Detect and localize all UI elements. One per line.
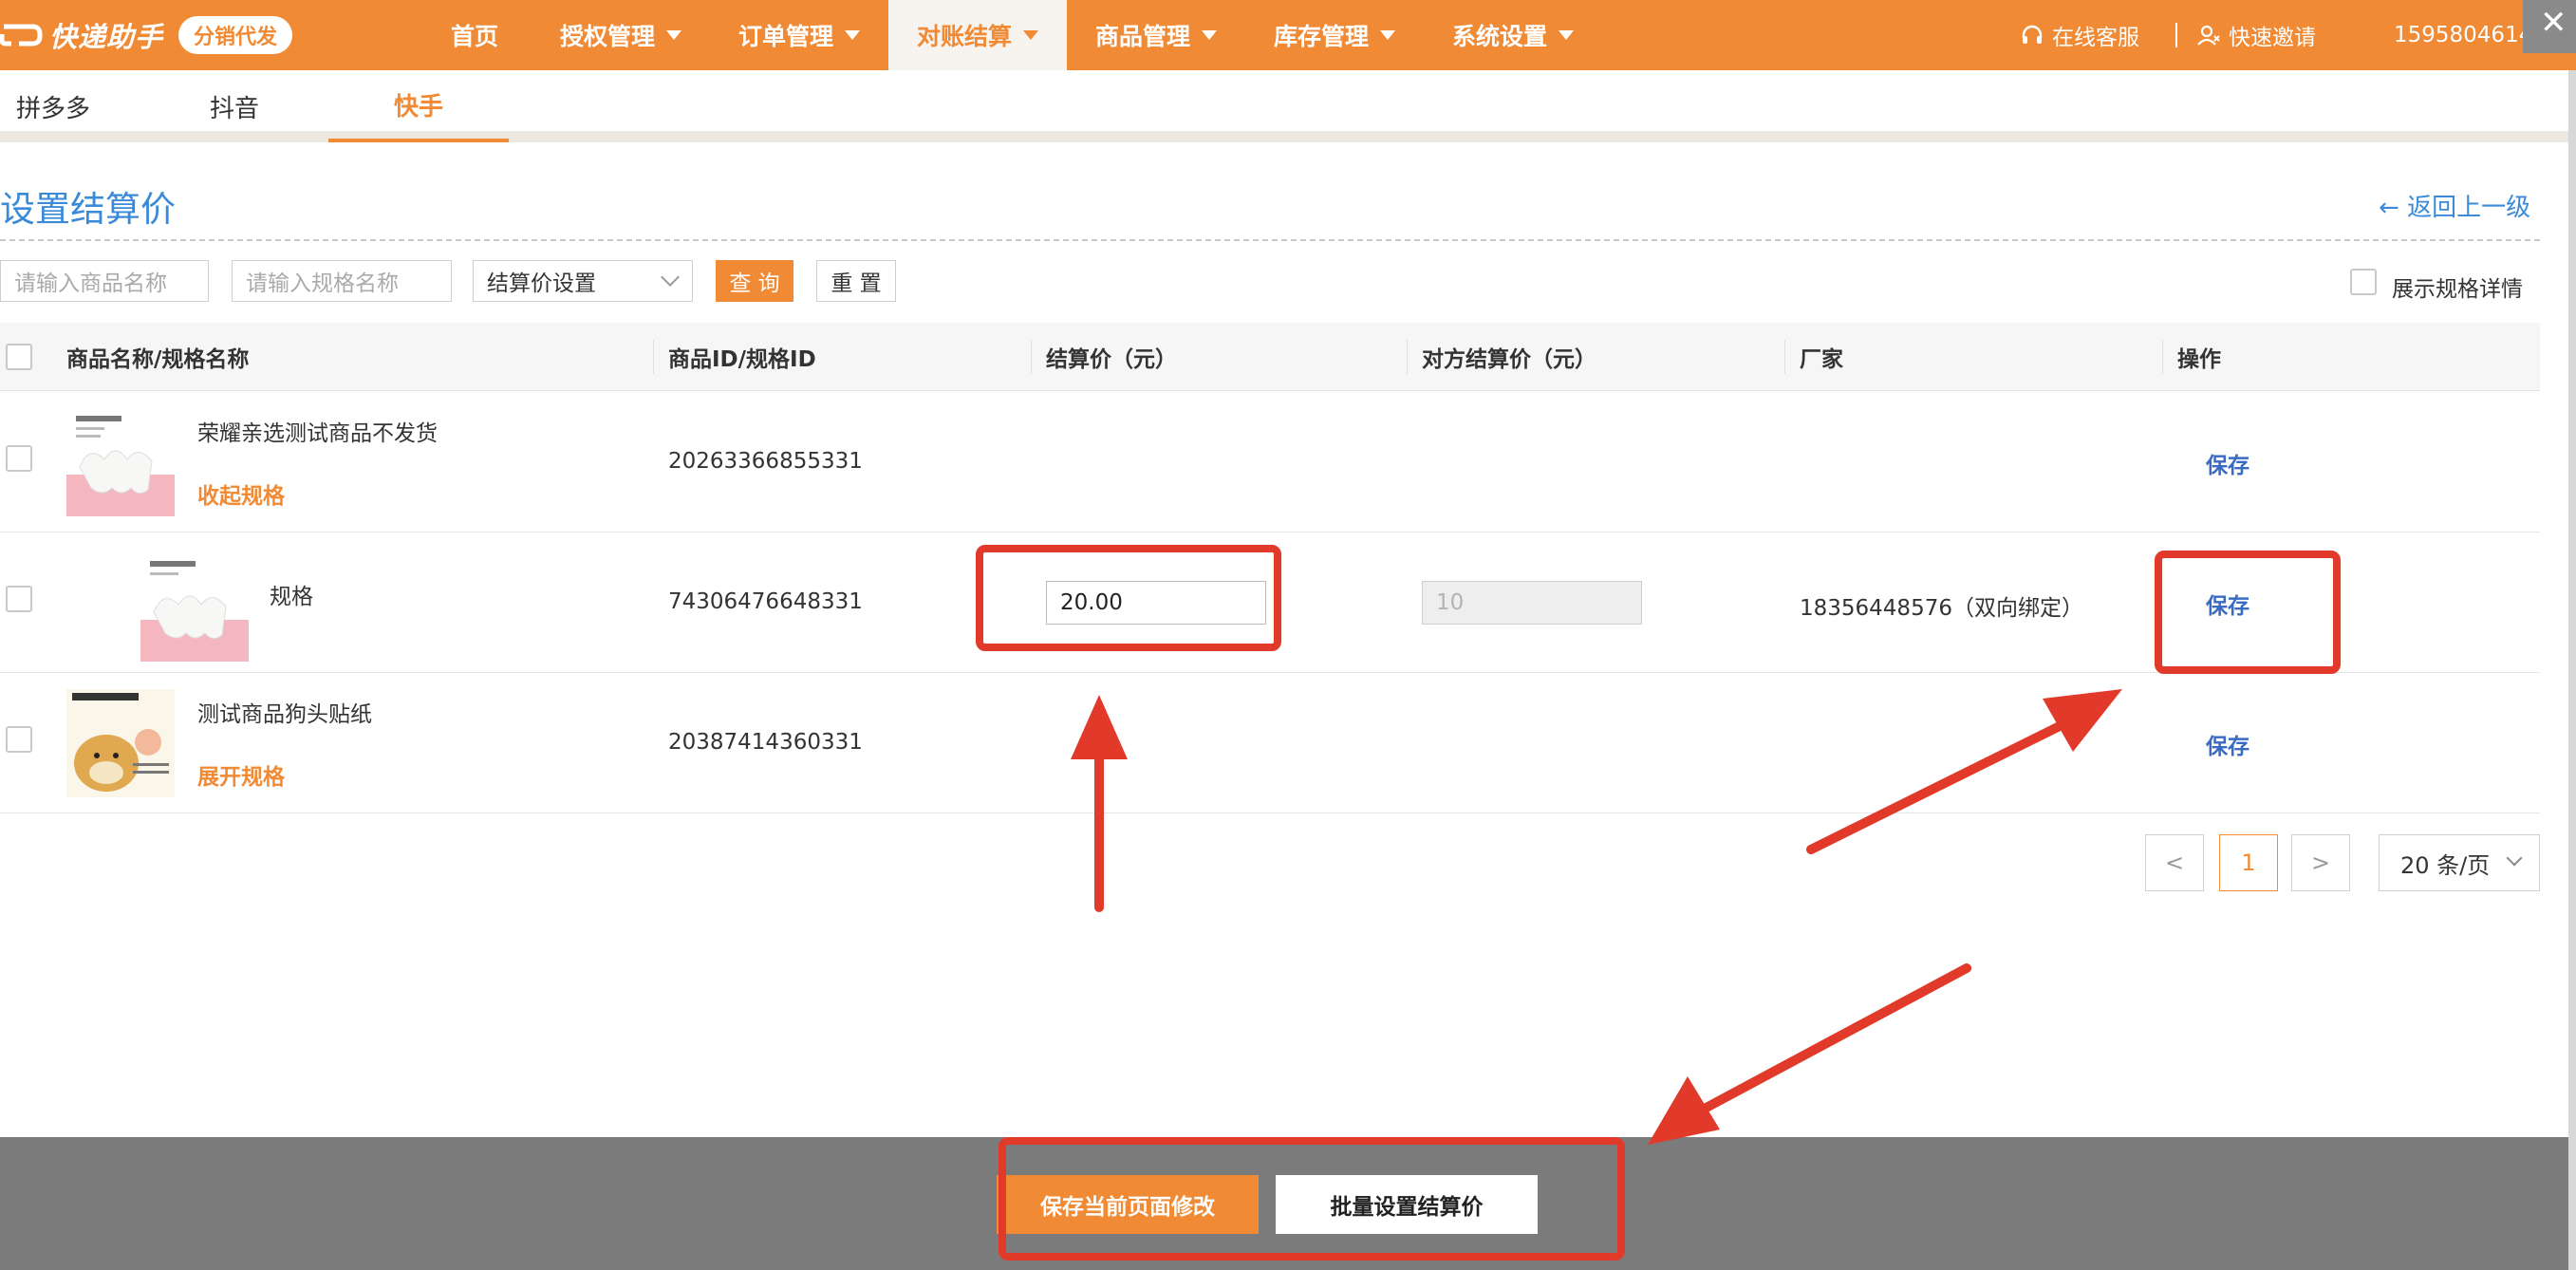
show-spec-detail-checkbox[interactable] — [2350, 269, 2377, 295]
column-header: 商品ID/规格ID — [668, 347, 816, 372]
select-all-checkbox[interactable] — [6, 344, 32, 370]
chevron-down-icon — [845, 30, 860, 40]
back-link[interactable]: ← 返回上一级 — [2379, 188, 2530, 223]
divider — [653, 340, 654, 374]
tab-pinduoduo[interactable]: 拼多多 — [0, 70, 106, 142]
nav-authorization[interactable]: 授权管理 — [532, 0, 710, 70]
divider — [1784, 340, 1785, 374]
chevron-down-icon — [2506, 850, 2523, 867]
arrow-left-icon: ← — [2379, 194, 2399, 222]
settlement-price-input[interactable]: 20.00 — [1046, 581, 1266, 625]
logo[interactable]: 快递助手 分销代发 — [0, 13, 293, 57]
divider — [0, 239, 2540, 241]
divider — [2175, 23, 2177, 47]
top-bar: 快递助手 分销代发 首页 授权管理 订单管理 对账结算 商品管理 库存管理 系统… — [0, 0, 2576, 70]
main-nav: 首页 授权管理 订单管理 对账结算 商品管理 库存管理 系统设置 — [418, 0, 1602, 70]
tab-douyin[interactable]: 抖音 — [173, 70, 296, 142]
collapse-spec-link[interactable]: 收起规格 — [197, 477, 285, 510]
price-setting-select[interactable]: 结算价设置 — [473, 260, 693, 302]
platform-tabs: 拼多多 抖音 快手 — [0, 70, 2576, 142]
divider — [1031, 340, 1032, 374]
query-button[interactable]: 查 询 — [716, 260, 793, 302]
nav-inventory[interactable]: 库存管理 — [1245, 0, 1424, 70]
distribution-badge: 分销代发 — [178, 16, 293, 54]
product-name: 测试商品狗头贴纸 — [197, 702, 372, 727]
product-thumbnail[interactable] — [66, 689, 175, 797]
column-header: 操作 — [2177, 347, 2221, 372]
page-size-select[interactable]: 20 条/页 — [2379, 834, 2540, 891]
column-header: 对方结算价（元） — [1422, 347, 1596, 372]
arrow-down-left-icon — [1648, 963, 1971, 1145]
close-button[interactable]: ✕ — [2523, 0, 2576, 53]
scrollbar[interactable] — [2568, 70, 2576, 1270]
product-thumbnail[interactable] — [66, 408, 175, 516]
show-spec-detail-label: 展示规格详情 — [2392, 277, 2523, 302]
logo-text: 快递助手 — [49, 21, 164, 53]
close-icon: ✕ — [2540, 4, 2567, 42]
tab-kuaishou[interactable]: 快手 — [328, 70, 509, 142]
column-header: 厂家 — [1800, 347, 1843, 372]
chevron-down-icon — [1380, 30, 1395, 40]
product-name: 荣耀亲选测试商品不发货 — [197, 421, 438, 446]
vendor-name: 18356448576（双向绑定） — [1800, 596, 2083, 621]
product-name-input[interactable]: 请输入商品名称 — [0, 260, 209, 302]
prev-page-button[interactable]: < — [2145, 834, 2204, 891]
row-checkbox[interactable] — [6, 726, 32, 753]
row-checkbox[interactable] — [6, 445, 32, 472]
chevron-down-icon — [1202, 30, 1217, 40]
save-link[interactable]: 保存 — [2206, 728, 2249, 760]
user-add-icon — [2197, 25, 2220, 46]
chevron-down-icon — [666, 30, 681, 40]
save-link[interactable]: 保存 — [2206, 588, 2249, 620]
nav-orders[interactable]: 订单管理 — [710, 0, 888, 70]
logo-icon — [0, 19, 44, 51]
table-row: 规格 74306476648331 保存 18356448576（双向绑定） — [0, 532, 2540, 673]
table-row: 测试商品狗头贴纸 展开规格 20387414360331 保存 — [0, 673, 2540, 813]
chevron-down-icon — [661, 268, 680, 287]
row-checkbox[interactable] — [6, 586, 32, 612]
next-page-button[interactable]: > — [2291, 834, 2350, 891]
table-row: 荣耀亲选测试商品不发货 收起规格 20263366855331 保存 — [0, 392, 2540, 532]
save-link[interactable]: 保存 — [2206, 447, 2249, 479]
product-id: 20263366855331 — [668, 449, 863, 474]
page-1-button[interactable]: 1 — [2219, 834, 2278, 891]
headset-icon — [2022, 25, 2043, 44]
batch-set-price-button[interactable]: 批量设置结算价 — [1276, 1175, 1538, 1234]
nav-reconciliation[interactable]: 对账结算 — [888, 0, 1067, 70]
online-service-link[interactable]: 在线客服 — [2020, 0, 2139, 70]
nav-products[interactable]: 商品管理 — [1067, 0, 1245, 70]
spec-name-input[interactable]: 请输入规格名称 — [232, 260, 452, 302]
quick-invite-link[interactable]: 快速邀请 — [2196, 0, 2316, 70]
page-title: 设置结算价 — [0, 189, 176, 230]
chevron-down-icon — [1023, 30, 1038, 40]
table-header: 商品名称/规格名称 商品ID/规格ID 结算价（元） 对方结算价（元） 厂家 操… — [0, 323, 2540, 391]
expand-spec-link[interactable]: 展开规格 — [197, 758, 285, 791]
spec-name: 规格 — [270, 585, 313, 609]
spec-id: 74306476648331 — [668, 589, 863, 614]
chevron-down-icon — [1559, 30, 1574, 40]
counterpart-price-field: 10 — [1422, 581, 1642, 625]
column-header: 结算价（元） — [1046, 347, 1177, 372]
nav-home[interactable]: 首页 — [418, 0, 532, 70]
save-page-changes-button[interactable]: 保存当前页面修改 — [997, 1175, 1259, 1234]
spec-thumbnail[interactable] — [140, 553, 249, 662]
divider — [1407, 340, 1408, 374]
nav-settings[interactable]: 系统设置 — [1424, 0, 1602, 70]
divider — [2162, 340, 2163, 374]
product-id: 20387414360331 — [668, 730, 863, 755]
reset-button[interactable]: 重 置 — [816, 260, 896, 302]
column-header: 商品名称/规格名称 — [66, 347, 250, 372]
